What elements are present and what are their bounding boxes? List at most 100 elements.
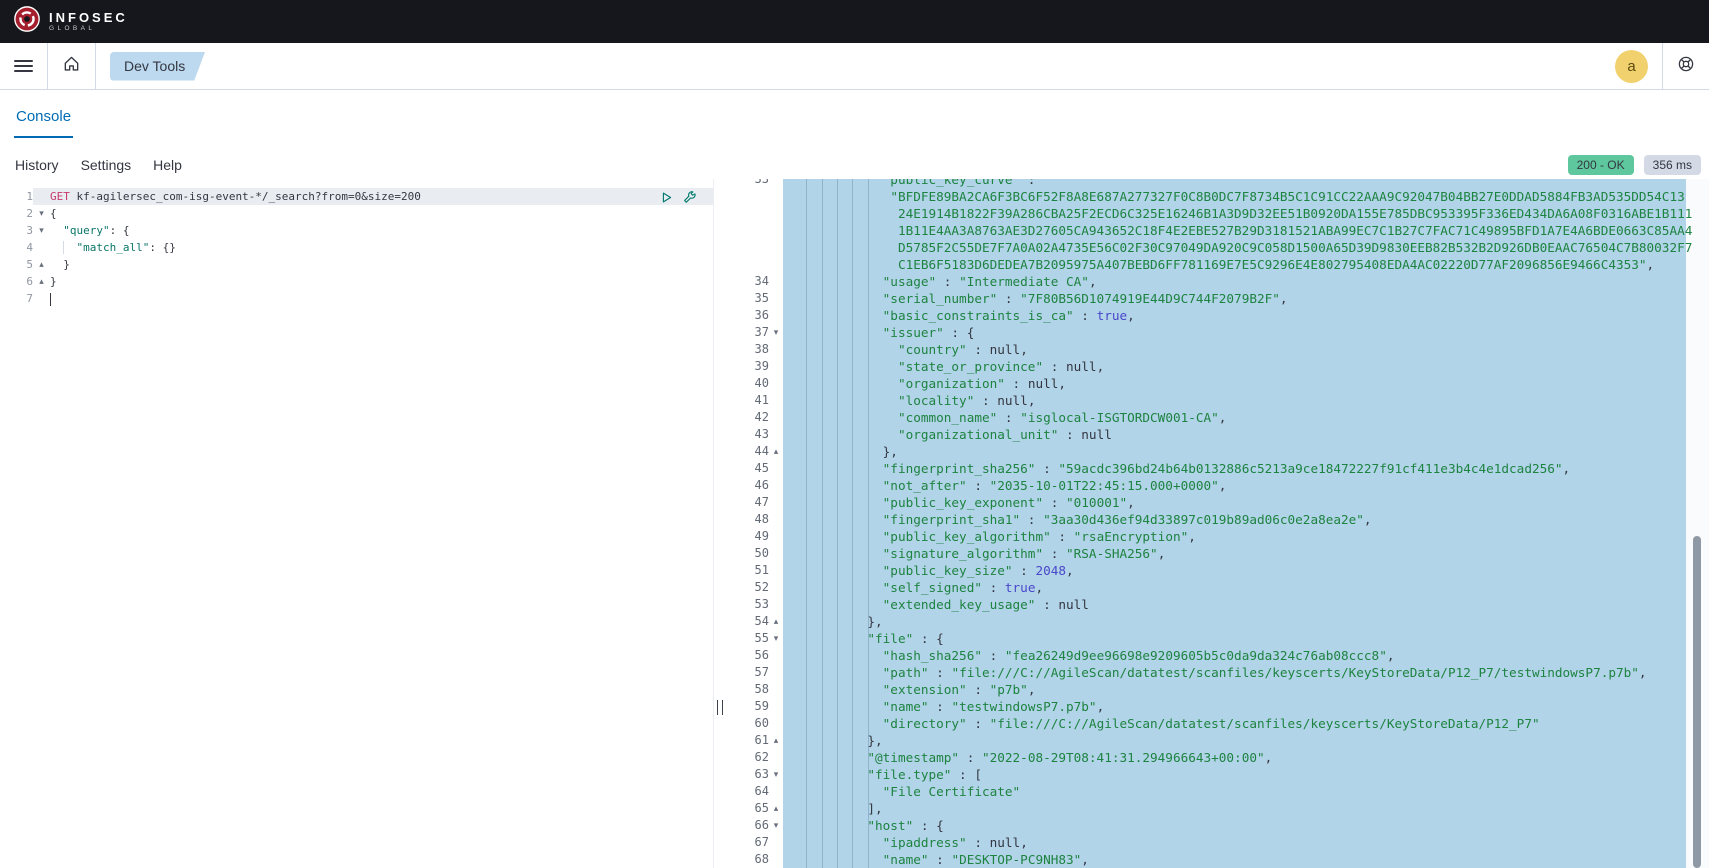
code-text: C1EB6F5183D6DEDEA7B2095975A407BEBD6FF781…	[783, 256, 1686, 273]
fold-toggle-icon[interactable]: ▾	[769, 817, 783, 834]
code-text: "common_name" : "isglocal-ISGTORDCW001-C…	[783, 409, 1686, 426]
code-line: 2▾{	[0, 205, 713, 222]
line-number: 50	[727, 545, 769, 562]
line-number: 43	[727, 426, 769, 443]
fold-gutter	[769, 460, 783, 477]
line-number: 52	[727, 579, 769, 596]
code-line: 33 "public_key_curve" :	[727, 179, 1686, 188]
fold-gutter	[769, 545, 783, 562]
tab-console[interactable]: Console	[14, 108, 73, 138]
code-text: "public_key_size" : 2048,	[783, 562, 1686, 579]
line-number: 53	[727, 596, 769, 613]
fold-gutter	[769, 341, 783, 358]
fold-toggle-icon[interactable]: ▴	[769, 732, 783, 749]
menu-item-history[interactable]: History	[15, 157, 59, 173]
request-editor-pane[interactable]: 1GET kf-agilersec_com-isg-event-*/_searc…	[0, 179, 713, 868]
line-number: 44	[727, 443, 769, 460]
line-number: 57	[727, 664, 769, 681]
code-line: 59 "name" : "testwindowsP7.p7b",	[727, 698, 1686, 715]
fold-gutter	[769, 834, 783, 851]
code-line: 51 "public_key_size" : 2048,	[727, 562, 1686, 579]
fold-toggle-icon[interactable]: ▾	[769, 630, 783, 647]
fold-toggle-icon[interactable]: ▾	[33, 222, 50, 239]
fold-toggle-icon[interactable]: ▴	[769, 613, 783, 630]
line-number: 56	[727, 647, 769, 664]
fold-toggle-icon[interactable]: ▾	[769, 324, 783, 341]
request-options-button[interactable]	[682, 190, 697, 210]
user-menu-button[interactable]: a	[1601, 43, 1662, 89]
menu-item-help[interactable]: Help	[153, 157, 182, 173]
code-text: "File Certificate"	[783, 783, 1686, 800]
line-number: 39	[727, 358, 769, 375]
line-number: 49	[727, 528, 769, 545]
code-line: 65▴ ],	[727, 800, 1686, 817]
fold-toggle-icon[interactable]: ▴	[33, 256, 50, 273]
code-line: D5785F2C55DE7F7A0A02A4735E56C02F30C97049…	[727, 239, 1686, 256]
fold-toggle-icon[interactable]: ▴	[33, 273, 50, 290]
code-line: 4 "match_all": {}	[0, 239, 713, 256]
response-scrollbar[interactable]	[1693, 536, 1701, 868]
code-line: 67 "ipaddress" : null,	[727, 834, 1686, 851]
code-line: 24E1914B1822F39A286CBA25F2ECD6C325E16246…	[727, 205, 1686, 222]
code-line: 45 "fingerprint_sha256" : "59acdc396bd24…	[727, 460, 1686, 477]
line-number: 61	[727, 732, 769, 749]
menu-item-settings[interactable]: Settings	[81, 157, 132, 173]
fold-toggle-icon[interactable]: ▴	[769, 800, 783, 817]
help-button[interactable]	[1663, 43, 1709, 89]
line-number: 60	[727, 715, 769, 732]
fold-gutter	[769, 426, 783, 443]
brand-name: INFOSEC GLOBAL	[49, 11, 128, 33]
pane-divider[interactable]	[713, 179, 727, 868]
code-text: "@timestamp" : "2022-08-29T08:41:31.2949…	[783, 749, 1686, 766]
home-button[interactable]	[48, 43, 95, 89]
code-text: },	[783, 443, 1686, 460]
fold-gutter	[769, 222, 783, 239]
code-line: 7	[0, 290, 713, 307]
header-bar: Dev Tools a	[0, 43, 1709, 90]
code-text: "signature_algorithm" : "RSA-SHA256",	[783, 545, 1686, 562]
brand-logo: INFOSEC GLOBAL	[13, 5, 128, 38]
breadcrumb-devtools[interactable]: Dev Tools	[110, 52, 205, 81]
fold-gutter	[769, 392, 783, 409]
code-line: 56 "hash_sha256" : "fea26249d9ee96698e92…	[727, 647, 1686, 664]
brand-line1: INFOSEC	[49, 11, 128, 24]
fold-gutter	[769, 494, 783, 511]
code-text: "usage" : "Intermediate CA",	[783, 273, 1686, 290]
code-line: 34 "usage" : "Intermediate CA",	[727, 273, 1686, 290]
code-line: 64 "File Certificate"	[727, 783, 1686, 800]
help-ring-icon	[1677, 55, 1695, 78]
code-line: 43 "organizational_unit" : null	[727, 426, 1686, 443]
line-number: 5	[0, 256, 33, 273]
resize-handle-icon[interactable]	[717, 700, 723, 715]
line-number: 67	[727, 834, 769, 851]
code-text: "not_after" : "2035-10-01T22:45:15.000+0…	[783, 477, 1686, 494]
code-text: ],	[783, 800, 1686, 817]
code-text: },	[783, 613, 1686, 630]
code-text: "basic_constraints_is_ca" : true,	[783, 307, 1686, 324]
fold-toggle-icon[interactable]: ▴	[769, 443, 783, 460]
code-line: 61▴ },	[727, 732, 1686, 749]
fold-toggle-icon[interactable]: ▾	[769, 766, 783, 783]
code-line: 5▴ }	[0, 256, 713, 273]
fold-gutter	[769, 205, 783, 222]
line-number: 45	[727, 460, 769, 477]
code-text: "hash_sha256" : "fea26249d9ee96698e92096…	[783, 647, 1686, 664]
fold-gutter	[769, 698, 783, 715]
code-line: 36 "basic_constraints_is_ca" : true,	[727, 307, 1686, 324]
line-number	[727, 205, 769, 222]
line-number	[727, 188, 769, 205]
line-number: 42	[727, 409, 769, 426]
line-number: 7	[0, 290, 33, 307]
code-text: "serial_number" : "7F80B56D1074919E44D9C…	[783, 290, 1686, 307]
fold-toggle-icon[interactable]: ▾	[33, 205, 50, 222]
code-text: "public_key_exponent" : "010001",	[783, 494, 1686, 511]
fold-gutter	[769, 783, 783, 800]
line-number: 40	[727, 375, 769, 392]
response-pane[interactable]: 33 "public_key_curve" : "BFDFE89BA2CA6F3…	[727, 179, 1709, 868]
line-number: 54	[727, 613, 769, 630]
send-request-button[interactable]	[660, 190, 673, 210]
fold-gutter	[769, 681, 783, 698]
code-text: "directory" : "file:///C://AgileScan/dat…	[783, 715, 1686, 732]
nav-menu-button[interactable]	[0, 43, 47, 89]
line-number: 47	[727, 494, 769, 511]
